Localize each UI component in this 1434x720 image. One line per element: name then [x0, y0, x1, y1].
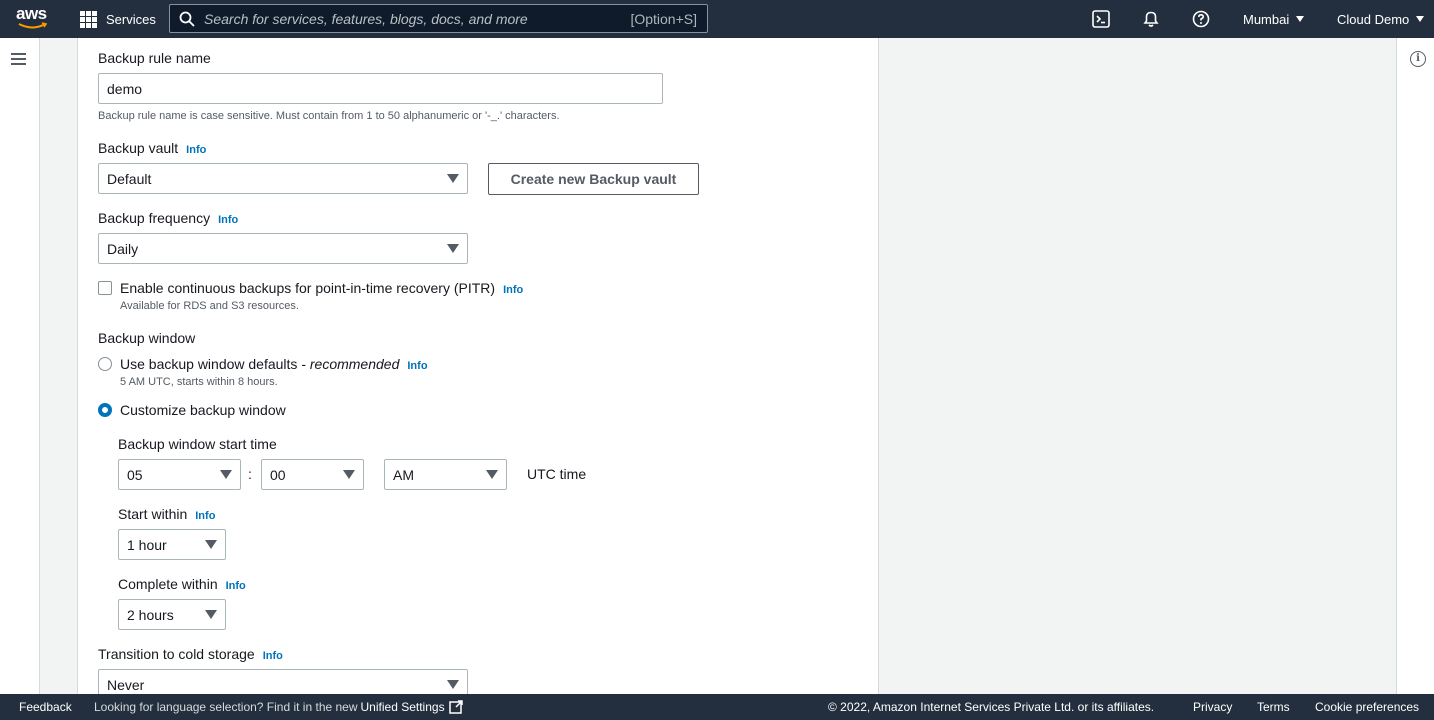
cold-storage-info-link[interactable]: Info: [263, 650, 283, 662]
cold-storage-label-row: Transition to cold storage Info: [98, 646, 283, 662]
start-hour-select[interactable]: 05: [118, 459, 241, 490]
frequency-select[interactable]: Daily: [98, 233, 468, 264]
vault-value: Default: [107, 170, 152, 187]
search-shortcut-hint: [Option+S]: [630, 10, 697, 27]
pitr-label[interactable]: Enable continuous backups for point-in-t…: [120, 280, 495, 296]
start-within-label: Start within: [118, 506, 188, 522]
start-within-info-link[interactable]: Info: [195, 510, 215, 522]
ampm-select[interactable]: AM: [384, 459, 507, 490]
window-defaults-help: 5 AM UTC, starts within 8 hours.: [120, 376, 278, 388]
help-panel-rail: i: [1396, 38, 1434, 694]
chevron-down-icon: [220, 470, 232, 479]
chevron-down-icon: [1416, 16, 1425, 22]
aws-smile-icon: [18, 22, 48, 29]
region-label: Mumbai: [1243, 11, 1290, 27]
cold-storage-value: Never: [107, 676, 145, 693]
language-notice: Looking for language selection? Find it …: [94, 694, 463, 720]
account-menu[interactable]: Cloud Demo: [1337, 0, 1425, 38]
chevron-down-icon: [447, 680, 459, 689]
external-link-icon: [448, 700, 463, 714]
help-icon[interactable]: [1191, 9, 1211, 29]
search-icon: [179, 11, 195, 27]
vault-info-link[interactable]: Info: [186, 144, 206, 156]
ampm-value: AM: [393, 466, 414, 483]
cookie-preferences-link[interactable]: Cookie preferences: [1315, 694, 1419, 720]
search-input[interactable]: [204, 10, 631, 27]
backup-window-label: Backup window: [98, 330, 196, 346]
aws-logo[interactable]: aws: [16, 4, 50, 32]
chevron-down-icon: [486, 470, 498, 479]
start-within-select[interactable]: 1 hour: [118, 529, 226, 560]
frequency-value: Daily: [107, 240, 139, 257]
start-within-label-row: Start within Info: [118, 506, 215, 522]
frequency-label-row: Backup frequency Info: [98, 210, 238, 226]
complete-within-info-link[interactable]: Info: [226, 580, 246, 592]
pitr-info-link[interactable]: Info: [503, 284, 523, 296]
create-backup-vault-button[interactable]: Create new Backup vault: [488, 163, 699, 195]
complete-within-value: 2 hours: [127, 606, 174, 623]
notifications-bell-icon[interactable]: [1141, 9, 1161, 29]
window-defaults-radio[interactable]: [98, 357, 112, 371]
console-footer: Feedback Looking for language selection?…: [0, 694, 1434, 720]
complete-within-label: Complete within: [118, 576, 218, 592]
pitr-help: Available for RDS and S3 resources.: [120, 300, 299, 312]
cold-storage-label: Transition to cold storage: [98, 646, 255, 662]
chevron-down-icon: [1296, 16, 1305, 22]
menu-hamburger-icon[interactable]: [11, 53, 26, 65]
frequency-info-link[interactable]: Info: [218, 214, 238, 226]
frequency-label: Backup frequency: [98, 210, 211, 226]
timezone-label: UTC time: [527, 466, 587, 482]
services-menu-button[interactable]: Services: [80, 0, 156, 38]
global-search[interactable]: [Option+S]: [169, 4, 708, 33]
aws-logo-text: aws: [16, 4, 47, 23]
window-defaults-recommended: recommended: [309, 356, 400, 372]
unified-settings-link[interactable]: Unified Settings: [361, 700, 445, 714]
services-label: Services: [106, 11, 156, 27]
region-selector[interactable]: Mumbai: [1243, 0, 1305, 38]
side-navigation-rail: [0, 38, 40, 694]
chevron-down-icon: [447, 244, 459, 253]
backup-rule-form-panel: Backup rule name demo Backup rule name i…: [77, 38, 879, 700]
rule-name-help: Backup rule name is case sensitive. Must…: [98, 110, 560, 122]
vault-label-row: Backup vault Info: [98, 140, 206, 156]
chevron-down-icon: [205, 610, 217, 619]
chevron-down-icon: [343, 470, 355, 479]
vault-select[interactable]: Default: [98, 163, 468, 194]
start-minute-select[interactable]: 00: [261, 459, 364, 490]
start-minute-value: 00: [270, 466, 286, 483]
privacy-link[interactable]: Privacy: [1193, 694, 1232, 720]
copyright-text: © 2022, Amazon Internet Services Private…: [828, 700, 1155, 714]
rule-name-value: demo: [107, 80, 143, 97]
top-navigation: aws Services [Option+S] Mumbai: [0, 0, 1434, 38]
cloudshell-icon[interactable]: [1091, 9, 1111, 29]
pitr-label-row: Enable continuous backups for point-in-t…: [120, 280, 523, 296]
window-defaults-label-row: Use backup window defaults - recommended…: [120, 356, 428, 372]
account-label: Cloud Demo: [1337, 11, 1410, 27]
start-hour-value: 05: [127, 466, 143, 483]
feedback-link[interactable]: Feedback: [19, 694, 72, 720]
time-separator: :: [248, 466, 252, 482]
pitr-checkbox[interactable]: [98, 281, 112, 295]
rule-name-input[interactable]: demo: [98, 73, 663, 104]
info-panel-icon[interactable]: i: [1410, 51, 1426, 67]
rule-name-label: Backup rule name: [98, 50, 211, 66]
complete-within-label-row: Complete within Info: [118, 576, 246, 592]
vault-label: Backup vault: [98, 140, 179, 156]
terms-link[interactable]: Terms: [1257, 694, 1290, 720]
services-grid-icon: [80, 10, 97, 28]
language-notice-text: Looking for language selection? Find it …: [94, 700, 358, 714]
window-defaults-label[interactable]: Use backup window defaults -: [120, 356, 310, 372]
window-custom-radio[interactable]: [98, 403, 112, 417]
window-custom-label[interactable]: Customize backup window: [120, 402, 286, 418]
start-within-value: 1 hour: [127, 536, 167, 553]
chevron-down-icon: [447, 174, 459, 183]
window-defaults-info-link[interactable]: Info: [407, 360, 427, 372]
start-time-label: Backup window start time: [118, 436, 277, 452]
complete-within-select[interactable]: 2 hours: [118, 599, 226, 630]
chevron-down-icon: [205, 540, 217, 549]
